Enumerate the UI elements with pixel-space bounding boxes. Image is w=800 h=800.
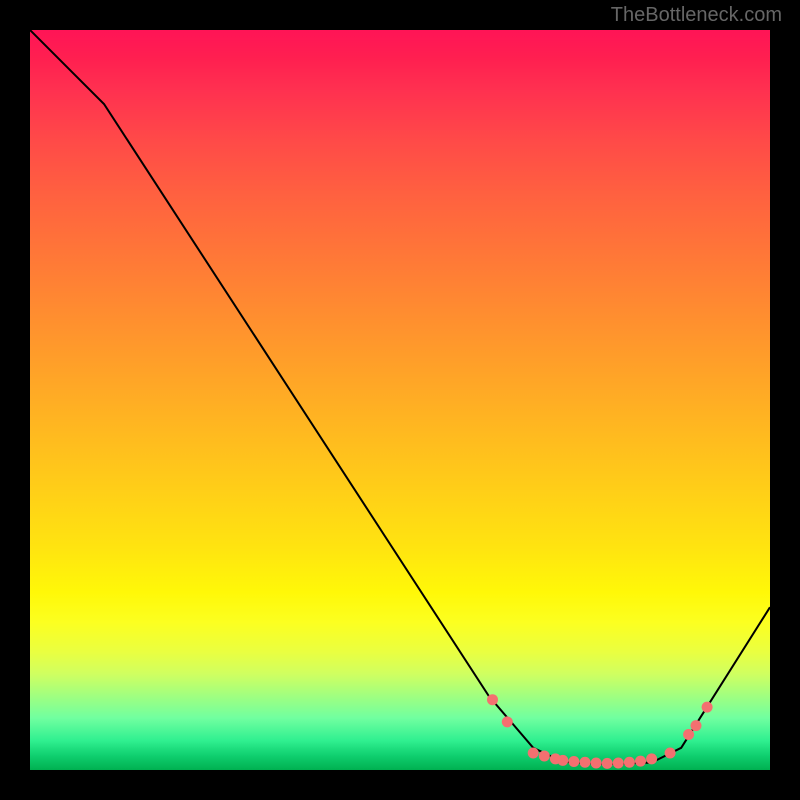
chart-plot-area: [30, 30, 770, 770]
attribution-text: TheBottleneck.com: [611, 4, 782, 27]
chart-marker: [568, 756, 579, 767]
chart-overlay: [30, 30, 770, 770]
chart-curve: [30, 30, 770, 764]
chart-marker: [624, 757, 635, 768]
chart-marker: [528, 747, 539, 758]
chart-markers: [487, 694, 713, 769]
chart-marker: [487, 694, 498, 705]
chart-marker: [635, 756, 646, 767]
chart-marker: [683, 729, 694, 740]
chart-marker: [539, 750, 550, 761]
chart-marker: [557, 755, 568, 766]
chart-marker: [502, 716, 513, 727]
chart-marker: [646, 753, 657, 764]
chart-marker: [702, 702, 713, 713]
chart-marker: [602, 758, 613, 769]
chart-marker: [691, 720, 702, 731]
chart-marker: [613, 757, 624, 768]
chart-marker: [665, 747, 676, 758]
chart-marker: [580, 757, 591, 768]
chart-marker: [591, 757, 602, 768]
